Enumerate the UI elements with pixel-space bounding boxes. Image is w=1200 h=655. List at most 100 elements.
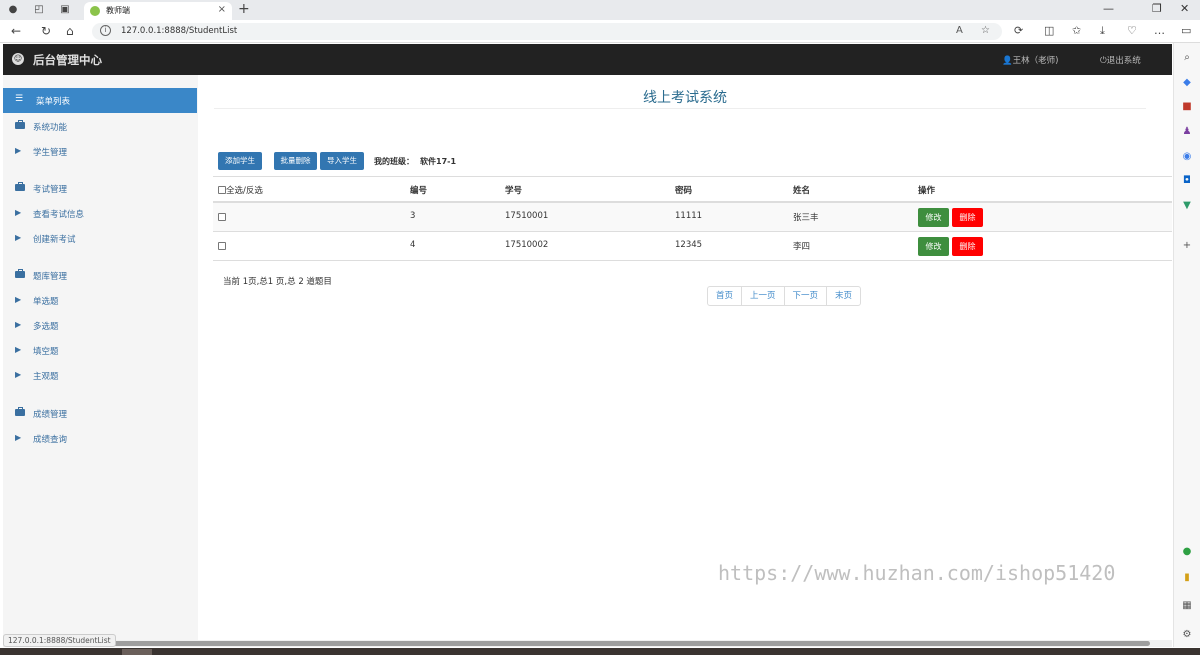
sidebar-item-create-exam[interactable]: ▶ 创建新考试 (3, 229, 197, 249)
app-header: ☺ 后台管理中心 👤王林（老师) ⏻退出系统 (3, 44, 1172, 75)
sidebar-item-label: 查看考试信息 (33, 210, 85, 220)
shopping-icon[interactable]: ▼ (1180, 199, 1194, 213)
sidebar-item-subjective[interactable]: ▶ 主观题 (3, 366, 197, 386)
app-logo-icon: ☺ (12, 53, 24, 65)
horizontal-scrollbar[interactable] (3, 640, 1172, 647)
search-icon[interactable]: ⌕ (1180, 51, 1194, 65)
sidebar-toggle-icon[interactable]: ▭ (1181, 24, 1191, 37)
favorites-icon[interactable]: ✩ (1072, 24, 1081, 37)
sidebar-item-multiple-choice[interactable]: ▶ 多选题 (3, 316, 197, 336)
select-all-checkbox[interactable] (218, 186, 226, 194)
import-students-button[interactable]: 导入学生 (320, 152, 364, 170)
close-window-icon[interactable]: ✕ (1180, 2, 1189, 15)
taskbar-item[interactable] (122, 649, 152, 655)
caret-right-icon: ▶ (15, 320, 22, 329)
add-student-button[interactable]: 添加学生 (218, 152, 262, 170)
status-dot-icon: ● (1182, 546, 1192, 557)
new-tab-icon[interactable]: + (238, 1, 250, 17)
app-title: 后台管理中心 (33, 53, 102, 67)
sidebar-group-exam[interactable]: 考试管理 (3, 179, 197, 199)
tab-close-icon[interactable]: × (218, 4, 226, 15)
cell-id: 3 (410, 211, 416, 221)
url-text: 127.0.0.1:8888/StudentList (121, 26, 238, 36)
sidebar-group-label: 系统功能 (33, 123, 68, 133)
sidebar-menu-list[interactable]: ☰ 菜单列表 (3, 88, 197, 113)
browser-tab[interactable]: 教师端 × (84, 2, 232, 20)
sidebar-item-label: 成绩查询 (33, 435, 68, 445)
workspaces-icon[interactable]: ◰ (32, 3, 46, 17)
delete-button[interactable]: 删除 (952, 208, 983, 227)
minimize-icon[interactable]: — (1103, 2, 1114, 15)
next-page-link[interactable]: 下一页 (785, 287, 828, 305)
tab-title: 教师端 (106, 6, 130, 15)
settings-gear-icon[interactable]: ⚙ (1180, 628, 1194, 642)
caret-right-icon: ▶ (15, 233, 22, 242)
outlook-icon[interactable]: ◘ (1180, 174, 1194, 188)
sidebar-item-label: 学生管理 (33, 148, 68, 158)
logout-link[interactable]: ⏻退出系统 (1100, 54, 1141, 66)
last-page-link[interactable]: 末页 (827, 287, 860, 305)
first-page-link[interactable]: 首页 (708, 287, 743, 305)
select-all-header[interactable]: 全选/反选 (218, 184, 263, 196)
prev-page-link[interactable]: 上一页 (742, 287, 785, 305)
status-url: 127.0.0.1:8888/StudentList (3, 634, 116, 647)
sidebar-item-fill-blank[interactable]: ▶ 填空题 (3, 341, 197, 361)
lightbulb-icon: ▮ (1184, 572, 1190, 583)
sidebar-item-grade-query[interactable]: ▶ 成绩查询 (3, 429, 197, 449)
column-header-id: 编号 (410, 186, 428, 196)
caret-right-icon: ▶ (15, 208, 22, 217)
restore-icon[interactable]: ❐ (1152, 2, 1162, 15)
edit-button[interactable]: 修改 (918, 237, 949, 256)
pagination: 首页 上一页 下一页 末页 (707, 286, 862, 306)
browser-essentials-icon[interactable]: ♡ (1127, 24, 1137, 37)
current-user[interactable]: 👤王林（老师) (1002, 54, 1058, 66)
batch-delete-button[interactable]: 批量删除 (274, 152, 317, 170)
profile-icon[interactable]: ● (6, 3, 20, 17)
read-aloud-icon[interactable]: A (956, 25, 963, 36)
refresh-icon[interactable]: ↻ (41, 24, 51, 38)
copilot-icon[interactable]: ◉ (1180, 150, 1194, 164)
watermark: https://www.huzhan.com/ishop51420 (718, 561, 1116, 585)
back-icon[interactable]: ← (11, 24, 21, 38)
delete-button[interactable]: 删除 (952, 237, 983, 256)
briefcase-icon (15, 269, 25, 278)
caret-right-icon: ▶ (15, 146, 22, 155)
people-icon[interactable]: ♟ (1180, 125, 1194, 139)
browser-edge-sidebar: ⌕ ◆ ■ ♟ ◉ ◘ ▼ + ● ▮ ▦ ⚙ (1173, 43, 1200, 647)
sidebar-group-question-bank[interactable]: 题库管理 (3, 266, 197, 286)
add-sidebar-app-icon[interactable]: + (1180, 239, 1194, 253)
tab-actions-icon[interactable]: ▣ (58, 3, 72, 17)
briefcase-icon (15, 120, 25, 129)
table-row: 4 17510002 12345 李四 修改 删除 (213, 232, 1172, 261)
row-checkbox[interactable] (218, 213, 226, 221)
split-screen-icon[interactable]: ◫ (1044, 24, 1054, 37)
url-field[interactable]: i 127.0.0.1:8888/StudentList A ☆ (92, 23, 1002, 40)
main-content: 线上考试系统 添加学生 批量删除 导入学生 我的班级： 软件17-1 全选/反选… (198, 75, 1172, 643)
column-header-actions: 操作 (918, 186, 936, 196)
sidebar-group-label: 考试管理 (33, 185, 68, 195)
tag-icon[interactable]: ◆ (1180, 76, 1194, 90)
scrollbar-thumb[interactable] (15, 641, 1150, 646)
cpu-icon: ▦ (1182, 600, 1192, 611)
sidebar: ☰ 菜单列表 系统功能 ▶ 学生管理 考试管理 ▶ 查看考试信息 ▶ 创建新考试… (3, 75, 198, 643)
extensions-refresh-icon[interactable]: ⟳ (1014, 24, 1023, 37)
home-icon[interactable]: ⌂ (66, 24, 74, 38)
sidebar-group-system[interactable]: 系统功能 (3, 117, 197, 137)
sidebar-item-view-exams[interactable]: ▶ 查看考试信息 (3, 204, 197, 224)
edit-button[interactable]: 修改 (918, 208, 949, 227)
logout-label: 退出系统 (1106, 56, 1141, 66)
sidebar-item-single-choice[interactable]: ▶ 单选题 (3, 291, 197, 311)
cell-name: 张三丰 (793, 213, 819, 223)
cell-password: 12345 (675, 240, 703, 250)
caret-right-icon: ▶ (15, 345, 22, 354)
site-info-icon[interactable]: i (100, 25, 111, 36)
sidebar-item-student-management[interactable]: ▶ 学生管理 (3, 142, 197, 162)
os-taskbar (0, 648, 1200, 655)
row-checkbox[interactable] (218, 242, 226, 250)
favorite-star-icon[interactable]: ☆ (981, 25, 990, 36)
more-options-icon[interactable]: … (1154, 24, 1165, 37)
toolbox-icon[interactable]: ■ (1180, 100, 1194, 114)
downloads-icon[interactable]: ⤓ (1100, 24, 1105, 38)
browser-address-bar: ← ↻ ⌂ i 127.0.0.1:8888/StudentList A ☆ ⟳… (0, 20, 1200, 43)
sidebar-group-grades[interactable]: 成绩管理 (3, 404, 197, 424)
